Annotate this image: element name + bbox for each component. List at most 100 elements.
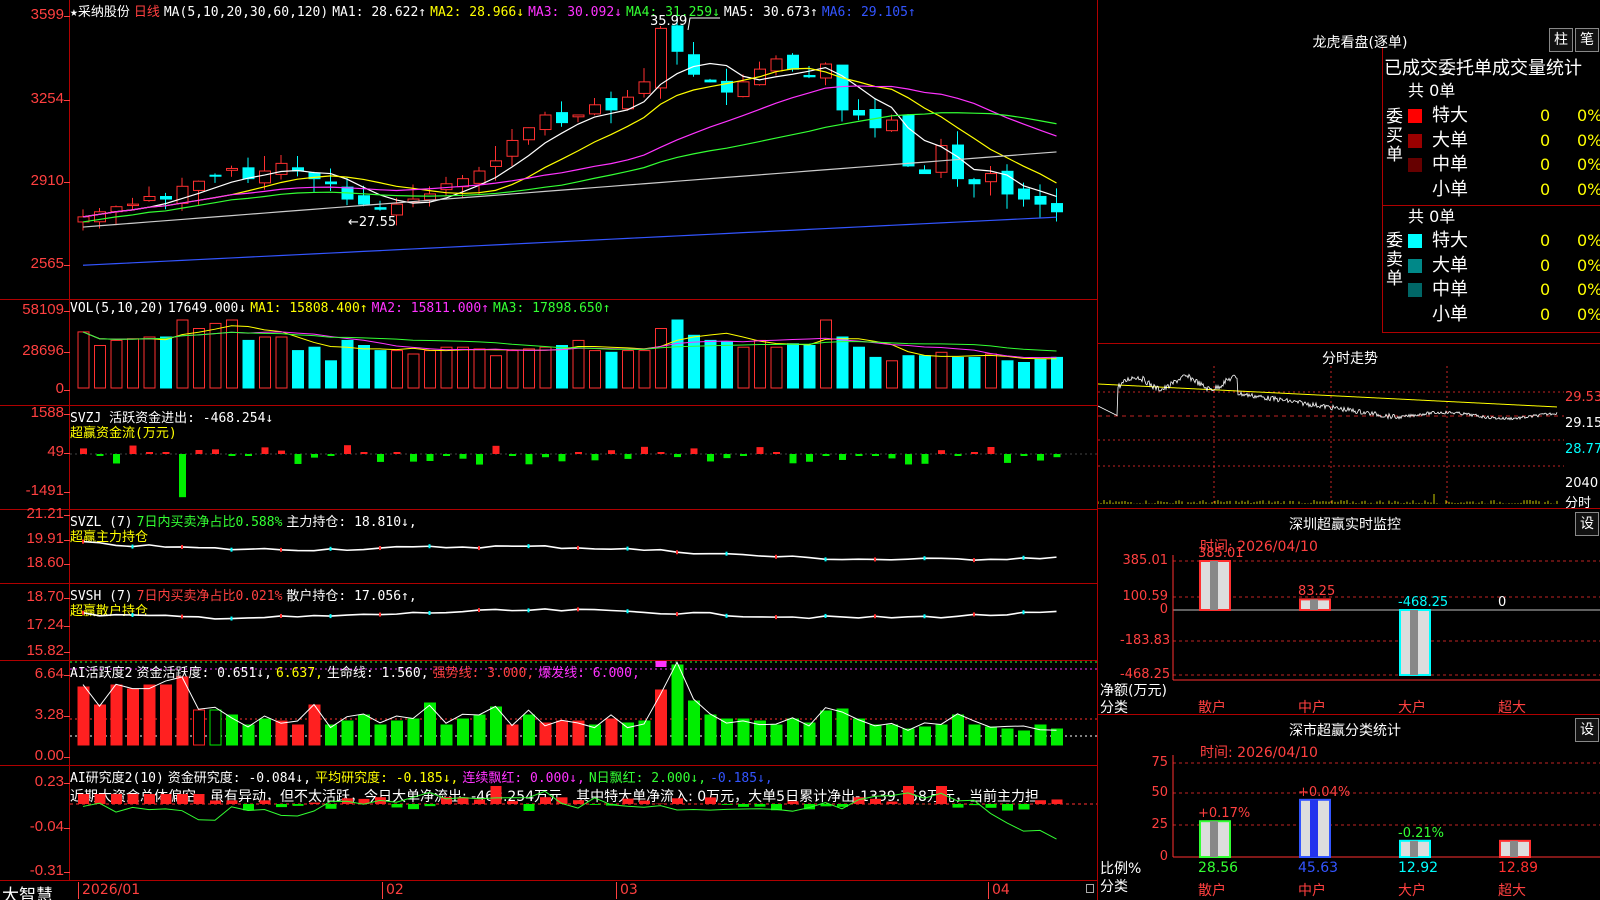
- main-holding-chart[interactable]: [70, 510, 1097, 583]
- activity-bar: [143, 684, 156, 746]
- volume-bar: [457, 346, 469, 389]
- candlestick-chart[interactable]: [70, 0, 1097, 299]
- buy-row-3: 小单: [1408, 178, 1598, 202]
- activity-bar: [539, 722, 552, 746]
- lock-icon[interactable]: [1086, 884, 1094, 893]
- flow-bar: [476, 454, 483, 465]
- volume-bar: [638, 350, 651, 389]
- vol-tick-0: [64, 311, 70, 312]
- volume-bar: [358, 345, 370, 389]
- svzl-tick-1: [64, 540, 70, 541]
- activity-bar: [523, 714, 535, 746]
- volume-bar: [605, 351, 618, 389]
- flow-bar: [80, 448, 87, 454]
- candle-body: [688, 54, 700, 75]
- kline-tick-2: [64, 182, 70, 183]
- flow-bar: [228, 454, 236, 456]
- volume-bar: [259, 336, 271, 389]
- flow-bar: [872, 454, 879, 456]
- flow-bar: [96, 454, 104, 456]
- tick-mode-button[interactable]: 笔: [1575, 28, 1599, 52]
- activity-bar: [374, 724, 387, 746]
- sz-value-3: 0: [1498, 595, 1507, 610]
- flow-bar: [393, 452, 401, 454]
- activity-bar: [671, 664, 684, 746]
- candle-body: [1034, 195, 1047, 205]
- sz-monitor-chart[interactable]: [1098, 555, 1600, 685]
- holding-dot: [82, 539, 84, 544]
- volume-bar: [935, 351, 948, 389]
- ma-line: [82, 151, 1057, 228]
- longhu-title: 龙虎看盘(逐单): [1312, 35, 1408, 51]
- kline-y-1: 3254: [30, 90, 64, 107]
- ai-research-chart[interactable]: [70, 766, 1097, 880]
- volume-bar: [886, 360, 898, 389]
- sz-value-2: -468.25: [1398, 595, 1449, 610]
- holding-dot: [874, 614, 876, 619]
- activity-bar: [110, 684, 123, 746]
- activity-bar: [391, 720, 403, 746]
- cls-cat-0: 散户: [1198, 883, 1226, 899]
- volume-bar: [803, 345, 816, 389]
- cls-bar-shade: [1510, 840, 1518, 857]
- svsh-tick-0: [64, 598, 70, 599]
- svsh-y-0: 18.70: [26, 588, 64, 605]
- activity-bar: [506, 724, 519, 746]
- volume-bar: [688, 334, 700, 389]
- cls-pct-0: +0.17%: [1198, 806, 1251, 822]
- stats-tabs[interactable]: 已成交委托单成交量统计: [1384, 54, 1582, 80]
- svzl-y-0: 21.21: [26, 505, 64, 522]
- volume-bar: [407, 353, 420, 389]
- volume-bar: [1018, 362, 1030, 389]
- candle-body: [193, 180, 205, 191]
- retail-holding-chart[interactable]: [70, 584, 1097, 660]
- holding-dot: [626, 609, 629, 614]
- flow-bar: [575, 452, 582, 454]
- research-bar: [177, 794, 188, 804]
- activity-bar: [869, 724, 882, 746]
- buy-row-value: 0: [1540, 130, 1551, 150]
- candle-body: [325, 181, 337, 185]
- ai-activity-chart[interactable]: [70, 661, 1097, 765]
- activity-bar: [737, 718, 750, 746]
- class-settings-button[interactable]: 设: [1575, 718, 1599, 742]
- volume-chart[interactable]: [70, 300, 1097, 405]
- volume-bar: [523, 348, 535, 389]
- flow-bar: [740, 454, 747, 456]
- buy-row-1: 大单: [1408, 129, 1598, 153]
- sell-row-pct: 0%: [1577, 280, 1600, 299]
- holding-dot: [775, 615, 777, 620]
- sell-row-value: 0: [1540, 280, 1551, 299]
- flow-bar: [674, 454, 681, 458]
- cls-cat-3: 超大: [1498, 883, 1526, 899]
- activity-bar: [77, 686, 90, 746]
- sell-row-label: 中单: [1432, 279, 1468, 300]
- cls-value-0: 28.56: [1198, 860, 1239, 876]
- svzj-tick-0: [64, 414, 70, 415]
- candle-body: [1051, 203, 1063, 213]
- research-bar: [259, 800, 271, 804]
- sz-monitor-title: 深圳超赢实时监控: [1289, 517, 1401, 533]
- sz-settings-button[interactable]: 设: [1575, 512, 1599, 536]
- flow-bar: [525, 454, 533, 465]
- research-bar: [573, 800, 584, 804]
- volume-bar: [556, 345, 568, 389]
- candle-body: [638, 81, 651, 94]
- activity-bar: [473, 714, 486, 746]
- holding-dot: [478, 608, 480, 613]
- activity-bar: [1001, 728, 1014, 746]
- date-axis-3: 04: [988, 882, 1010, 899]
- intraday-chart[interactable]: [1098, 366, 1564, 508]
- holding-dot: [131, 544, 134, 549]
- holding-dot: [230, 616, 233, 621]
- svzl-y-1: 19.91: [26, 530, 64, 547]
- fund-flow-chart[interactable]: [70, 406, 1097, 509]
- holding-dot: [824, 557, 827, 562]
- cls-y-3: 0: [1159, 849, 1168, 864]
- cls-bar-shade: [1210, 821, 1218, 857]
- candle-body: [160, 196, 172, 200]
- bar-mode-button[interactable]: 柱: [1549, 28, 1573, 52]
- flow-bar: [905, 454, 912, 465]
- sz-class-chart[interactable]: [1098, 755, 1600, 900]
- vol-tick-1: [64, 352, 70, 353]
